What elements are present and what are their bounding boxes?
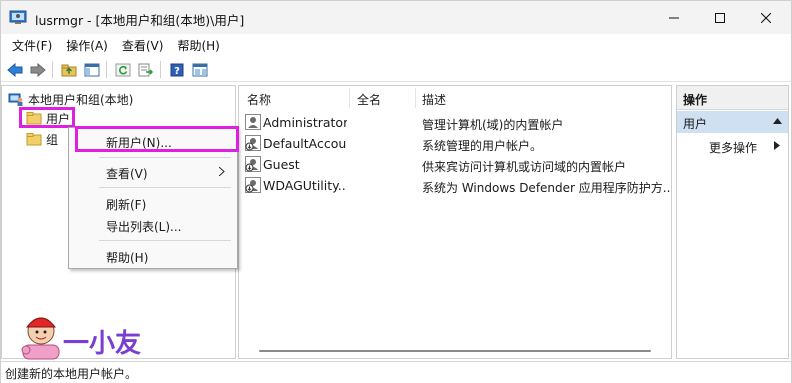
more-actions-label: 更多操作 [709,141,758,155]
menu-bar: 文件(F) 操作(A) 查看(V) 帮助(H) [1,34,791,56]
row-description: 系统为 Windows Defender 应用程序防护方... [422,181,670,195]
table-row[interactable]: WDAGUtility... 系统为 Windows Defender 应用程序… [239,175,671,196]
window-title: lusrmgr - [本地用户和组(本地)\用户] [35,13,245,28]
folder-up-icon [61,64,77,76]
tree-root-label: 本地用户和组(本地) [28,92,134,107]
column-header-name[interactable]: 名称 [247,91,271,108]
menu-item-export-list[interactable]: 导出列表(L)... [69,214,237,236]
refresh-icon [115,63,131,76]
watermark-text: 一小友 [63,329,142,359]
watermark-logo: 一小友 [19,305,147,363]
forward-arrow-icon [30,62,46,77]
tree-root-local-users-groups[interactable]: 本地用户和组(本地) [8,90,133,108]
row-name: DefaultAccou... [263,136,347,151]
menu-separator [99,240,231,241]
maximize-button[interactable] [697,1,743,34]
column-header-fullname[interactable]: 全名 [357,91,381,108]
tree-item-groups[interactable]: 组 [26,130,58,148]
more-actions-item[interactable]: 更多操作 [677,135,788,157]
toolbar-separator [106,61,107,78]
disabled-user-account-icon [245,135,261,151]
toolbar: ? [1,57,791,82]
tree-item-groups-label: 组 [46,132,59,147]
row-name: WDAGUtility... [263,178,347,193]
forward-button[interactable] [28,60,48,79]
row-name: Administrator [263,115,347,130]
refresh-button[interactable] [113,60,133,79]
menu-item-refresh[interactable]: 刷新(F) [69,192,237,214]
table-row[interactable]: DefaultAccou... 系统管理的用户帐户。 [239,133,671,154]
menu-help[interactable]: 帮助(H) [170,35,226,56]
back-arrow-icon [7,62,23,77]
row-name: Guest [263,157,300,172]
svg-text:?: ? [174,66,180,77]
row-description: 供来宾访问计算机或访问域的内置帐户 [422,160,627,174]
menu-item-export-list-label: 导出列表(L)... [106,220,182,234]
row-description: 系统管理的用户帐户。 [422,139,543,153]
column-divider[interactable] [349,88,350,108]
horizontal-scrollbar[interactable] [259,350,651,352]
action-section-users[interactable]: 用户 [677,111,788,133]
close-icon [761,12,771,23]
minimize-button[interactable] [651,1,697,34]
show-hide-action-pane-button[interactable] [190,60,210,79]
toolbar-separator [52,61,53,78]
menu-view[interactable]: 查看(V) [115,35,171,56]
submenu-arrow-icon [774,141,780,150]
users-computer-icon [8,93,23,106]
action-pane-title: 操作 [677,86,788,110]
console-tree-icon [84,63,100,76]
toolbar-separator [160,61,161,78]
submenu-arrow-icon [219,167,225,176]
collapse-up-icon [773,118,782,124]
menu-file[interactable]: 文件(F) [5,35,59,56]
action-pane-icon [192,63,208,76]
menu-item-refresh-label: 刷新(F) [106,198,147,212]
highlight-new-user-item [75,126,239,152]
table-row[interactable]: Guest 供来宾访问计算机或访问域的内置帐户 [239,154,671,175]
status-bar: 创建新的本地用户帐户。 [1,361,791,383]
menu-item-help-label: 帮助(H) [106,251,149,265]
export-list-button[interactable] [136,60,156,79]
highlight-users-node [19,107,75,128]
minimize-icon [669,17,679,18]
close-button[interactable] [743,1,789,34]
folder-icon [26,133,42,146]
menu-item-view-label: 查看(V) [106,167,148,181]
action-section-label: 用户 [683,117,708,131]
user-account-icon [245,114,261,130]
disabled-user-account-icon [245,177,261,193]
export-list-icon [138,63,154,76]
menu-separator [99,157,231,158]
column-header-description[interactable]: 描述 [422,91,446,108]
maximize-icon [715,12,725,23]
column-divider[interactable] [415,88,416,108]
help-button[interactable]: ? [167,60,187,79]
result-list-pane: 名称 全名 描述 Administrator 管理计算机(域)的内置帐户 Def… [238,85,672,359]
show-hide-tree-button[interactable] [82,60,102,79]
menu-item-help[interactable]: 帮助(H) [69,245,237,267]
table-row[interactable]: Administrator 管理计算机(域)的内置帐户 [239,112,671,133]
up-level-button[interactable] [59,60,79,79]
title-bar: lusrmgr - [本地用户和组(本地)\用户] [1,1,791,34]
status-text: 创建新的本地用户帐户。 [5,367,138,381]
row-description: 管理计算机(域)的内置帐户 [422,118,564,132]
menu-action[interactable]: 操作(A) [59,35,115,56]
disabled-user-account-icon [245,156,261,172]
help-icon: ? [170,63,184,77]
list-header: 名称 全名 描述 [239,86,671,110]
lusrmgr-app-icon [9,9,27,25]
menu-item-view[interactable]: 查看(V) [69,161,237,183]
menu-separator [99,187,231,188]
back-button[interactable] [5,60,25,79]
action-pane: 操作 用户 更多操作 [676,85,789,359]
lusrmgr-window: lusrmgr - [本地用户和组(本地)\用户] 文件(F) 操作(A) 查看… [0,0,792,383]
